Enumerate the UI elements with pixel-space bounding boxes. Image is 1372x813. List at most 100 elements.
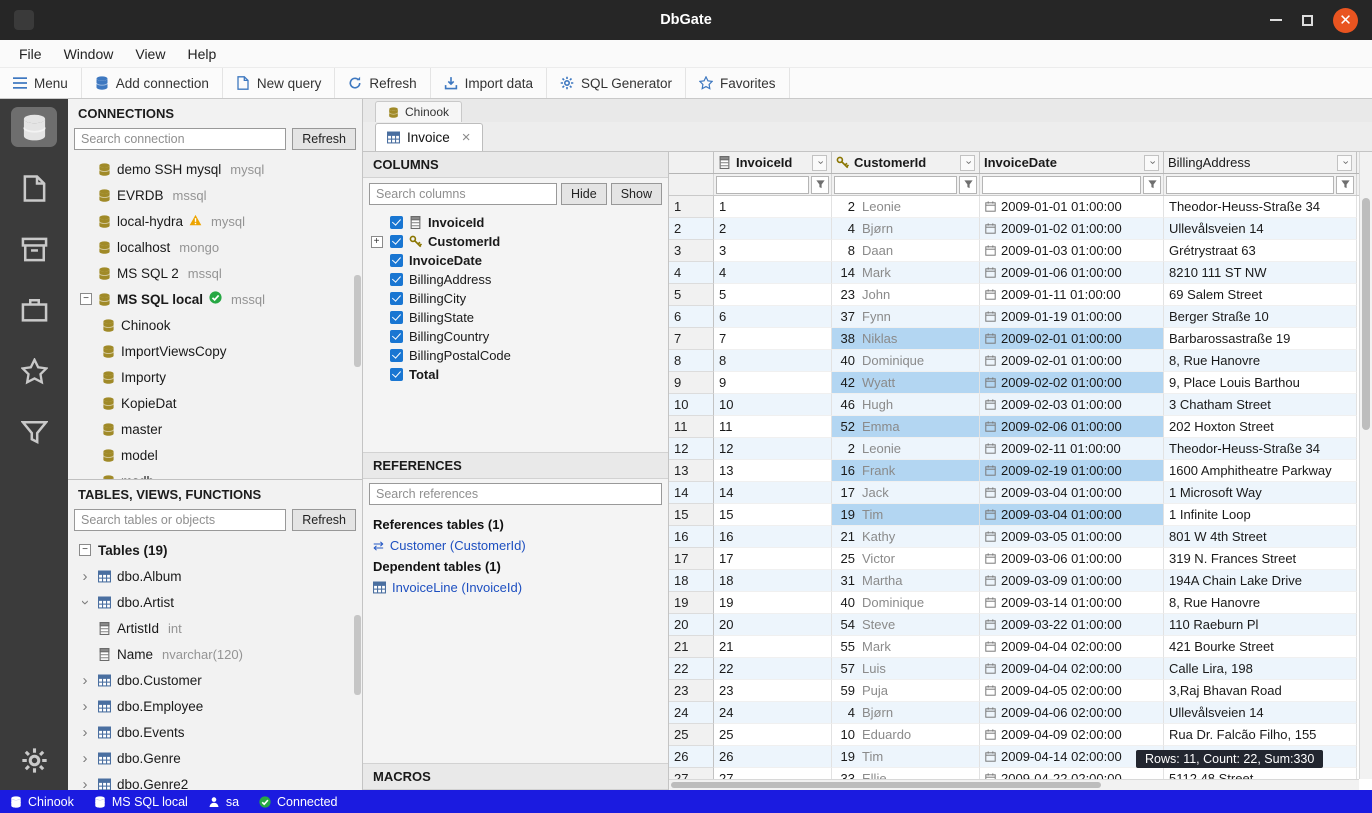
row-number-cell[interactable]: 17 (669, 548, 714, 570)
refresh-connections-button[interactable]: Refresh (292, 128, 356, 150)
dependent-link-invoiceline[interactable]: InvoiceLine (InvoiceId) (373, 577, 658, 598)
tab-invoice[interactable]: Invoice × (375, 123, 483, 151)
column-checkbox[interactable] (390, 235, 403, 248)
chevron-right-icon[interactable]: › (83, 673, 88, 688)
filter-funnel-icon[interactable] (959, 176, 977, 194)
close-button[interactable]: ✕ (1333, 8, 1358, 33)
table-row[interactable]: 7 7 38Niklas 2009-02-01 01:00:00 Barbaro… (669, 328, 1359, 350)
customerid-cell[interactable]: 21Kathy (832, 526, 980, 548)
chevron-right-icon[interactable]: › (83, 777, 88, 791)
table-row[interactable]: 16 16 21Kathy 2009-03-05 01:00:00 801 W … (669, 526, 1359, 548)
column-checkbox[interactable] (390, 216, 403, 229)
customerid-cell[interactable]: 14Mark (832, 262, 980, 284)
column-checkbox[interactable] (390, 292, 403, 305)
table-row[interactable]: 2 2 4Bjørn 2009-01-02 01:00:00 Ullevålsv… (669, 218, 1359, 240)
invoicedate-cell[interactable]: 2009-01-11 01:00:00 (980, 284, 1164, 306)
invoicedate-cell[interactable]: 2009-03-06 01:00:00 (980, 548, 1164, 570)
invoicedate-cell[interactable]: 2009-04-05 02:00:00 (980, 680, 1164, 702)
billingaddress-cell[interactable]: 8, Rue Hanovre (1164, 350, 1357, 372)
chevron-right-icon[interactable]: › (83, 569, 88, 584)
customerid-cell[interactable]: 31Martha (832, 570, 980, 592)
billingaddress-cell[interactable]: Grétrystraat 63 (1164, 240, 1357, 262)
statusbar-database[interactable]: Chinook (0, 790, 84, 813)
row-number-cell[interactable]: 25 (669, 724, 714, 746)
column-header-billingaddress[interactable]: BillingAddress › (1164, 152, 1357, 173)
row-number-cell[interactable]: 14 (669, 482, 714, 504)
connection-item[interactable]: model (68, 442, 362, 468)
connection-item[interactable]: KopieDat (68, 390, 362, 416)
vertical-scrollbar[interactable] (1359, 152, 1372, 779)
table-row[interactable]: 21 21 55Mark 2009-04-04 02:00:00 421 Bou… (669, 636, 1359, 658)
minimize-button[interactable] (1270, 19, 1282, 21)
table-row[interactable]: 27 27 33Ellie 2009-04-22 02:00:00 5112 4… (669, 768, 1359, 779)
customerid-cell[interactable]: 40Dominique (832, 350, 980, 372)
reference-link-customer[interactable]: ⇄ Customer (CustomerId) (373, 535, 658, 556)
row-number-cell[interactable]: 23 (669, 680, 714, 702)
billingaddress-cell[interactable]: 3 Chatham Street (1164, 394, 1357, 416)
chevron-right-icon[interactable]: › (83, 751, 88, 766)
search-tables-input[interactable] (74, 509, 286, 531)
table-row[interactable]: 5 5 23John 2009-01-11 01:00:00 69 Salem … (669, 284, 1359, 306)
close-tab-icon[interactable]: × (462, 130, 471, 145)
connection-item[interactable]: EVRDB mssql (68, 182, 362, 208)
row-number-cell[interactable]: 19 (669, 592, 714, 614)
column-header-invoiceid[interactable]: InvoiceId › (714, 152, 832, 173)
billingaddress-cell[interactable]: 421 Bourke Street (1164, 636, 1357, 658)
table-row[interactable]: 1 1 2Leonie 2009-01-01 01:00:00 Theodor-… (669, 196, 1359, 218)
show-columns-button[interactable]: Show (611, 183, 662, 205)
table-row[interactable]: 14 14 17Jack 2009-03-04 01:00:00 1 Micro… (669, 482, 1359, 504)
table-item[interactable]: ArtistId int (68, 615, 362, 641)
search-references-input[interactable] (369, 483, 662, 505)
invoiceid-cell[interactable]: 22 (714, 658, 832, 680)
column-checkbox-item[interactable]: InvoiceId (363, 213, 668, 232)
add-connection-button[interactable]: Add connection (82, 68, 223, 98)
column-menu-button[interactable]: › (1337, 155, 1352, 171)
customerid-cell[interactable]: 16Frank (832, 460, 980, 482)
table-row[interactable]: 18 18 31Martha 2009-03-09 01:00:00 194A … (669, 570, 1359, 592)
column-checkbox-item[interactable]: BillingPostalCode (363, 346, 668, 365)
customerid-cell[interactable]: 59Puja (832, 680, 980, 702)
new-query-button[interactable]: New query (223, 68, 336, 98)
invoiceid-cell[interactable]: 3 (714, 240, 832, 262)
column-menu-button[interactable]: › (960, 155, 975, 171)
filter-input-billingaddress[interactable] (1166, 176, 1334, 194)
scrollbar-thumb[interactable] (354, 275, 361, 367)
billingaddress-cell[interactable]: 9, Place Louis Barthou (1164, 372, 1357, 394)
table-item[interactable]: › dbo.Genre (68, 745, 362, 771)
billingaddress-cell[interactable]: 8210 111 ST NW (1164, 262, 1357, 284)
chevron-down-icon[interactable]: › (78, 600, 93, 605)
billingaddress-cell[interactable]: 3,Raj Bhavan Road (1164, 680, 1357, 702)
invoicedate-cell[interactable]: 2009-04-04 02:00:00 (980, 636, 1164, 658)
hide-columns-button[interactable]: Hide (561, 183, 607, 205)
customerid-cell[interactable]: 19Tim (832, 504, 980, 526)
column-checkbox[interactable] (390, 254, 403, 267)
billingaddress-cell[interactable]: 8, Rue Hanovre (1164, 592, 1357, 614)
billingaddress-cell[interactable]: Berger Straße 10 (1164, 306, 1357, 328)
invoiceid-cell[interactable]: 21 (714, 636, 832, 658)
invoicedate-cell[interactable]: 2009-02-01 01:00:00 (980, 328, 1164, 350)
billingaddress-cell[interactable]: 1 Microsoft Way (1164, 482, 1357, 504)
row-number-cell[interactable]: 21 (669, 636, 714, 658)
invoicedate-cell[interactable]: 2009-03-22 01:00:00 (980, 614, 1164, 636)
customerid-cell[interactable]: 4Bjørn (832, 702, 980, 724)
invoicedate-cell[interactable]: 2009-03-09 01:00:00 (980, 570, 1164, 592)
search-connection-input[interactable] (74, 128, 286, 150)
invoicedate-cell[interactable]: 2009-03-14 01:00:00 (980, 592, 1164, 614)
statusbar-connection[interactable]: MS SQL local (84, 790, 198, 813)
invoicedate-cell[interactable]: 2009-02-01 01:00:00 (980, 350, 1164, 372)
billingaddress-cell[interactable]: Theodor-Heuss-Straße 34 (1164, 196, 1357, 218)
invoicedate-cell[interactable]: 2009-01-19 01:00:00 (980, 306, 1164, 328)
table-row[interactable]: 6 6 37Fynn 2009-01-19 01:00:00 Berger St… (669, 306, 1359, 328)
row-number-cell[interactable]: 5 (669, 284, 714, 306)
billingaddress-cell[interactable]: 194A Chain Lake Drive (1164, 570, 1357, 592)
briefcase-icon[interactable] (11, 290, 57, 330)
row-number-cell[interactable]: 9 (669, 372, 714, 394)
row-number-cell[interactable]: 11 (669, 416, 714, 438)
gear-icon[interactable] (11, 740, 57, 780)
row-number-cell[interactable]: 10 (669, 394, 714, 416)
customerid-cell[interactable]: 10Eduardo (832, 724, 980, 746)
filter-icon[interactable] (11, 412, 57, 452)
connection-item[interactable]: localhost mongo (68, 234, 362, 260)
column-menu-button[interactable]: › (812, 155, 827, 171)
row-number-cell[interactable]: 4 (669, 262, 714, 284)
